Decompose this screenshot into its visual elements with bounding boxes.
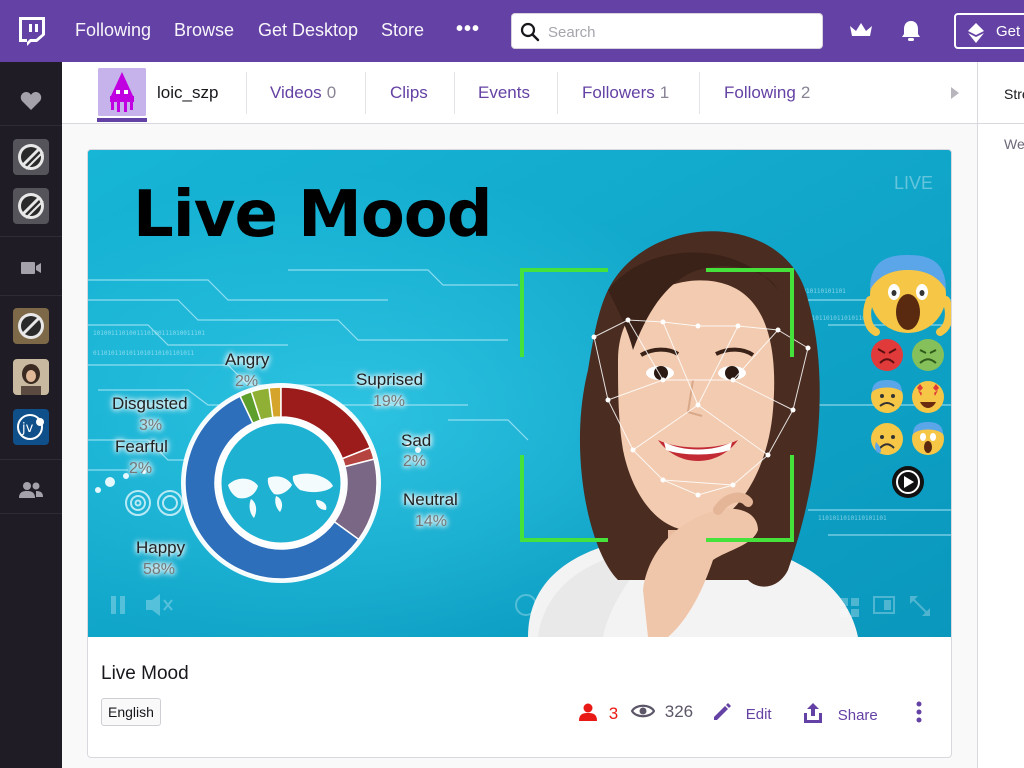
nav-store-link[interactable]: Store (381, 20, 424, 41)
crown-icon[interactable] (848, 20, 874, 45)
tab-following[interactable]: Following 2 (724, 83, 810, 103)
twitch-logo-icon[interactable] (16, 15, 48, 47)
share-label: Share (837, 707, 878, 724)
sidebar-channel-3[interactable] (0, 306, 62, 346)
language-tag[interactable]: English (101, 698, 161, 726)
svg-text:0110101101011010110101101011: 0110101101011010110101101011 (93, 350, 195, 357)
get-bits-button[interactable]: Get (954, 13, 1024, 49)
emotion-label-suprised: Suprised (356, 370, 424, 389)
more-options-icon[interactable] (916, 701, 922, 728)
avatar: jv (13, 409, 49, 445)
bits-icon (968, 23, 984, 43)
sidebar-channel-1[interactable] (0, 137, 62, 177)
friends-icon[interactable] (0, 480, 62, 500)
emotion-pct-happy: 58% (143, 561, 176, 578)
share-icon (804, 703, 822, 723)
svg-text:1101011010110101101: 1101011010110101101 (818, 515, 887, 522)
channel-avatar[interactable] (98, 68, 146, 116)
nav-following-link[interactable]: Following (75, 20, 151, 41)
emotion-label-fearful: Fearful (115, 437, 168, 456)
top-nav: Following Browse Get Desktop Store ••• G… (0, 0, 1024, 62)
tab-clips[interactable]: Clips (390, 83, 428, 103)
viewer-count: 3 (578, 702, 618, 724)
more-icon[interactable]: ••• (456, 18, 480, 41)
stream-title: Live Mood (101, 663, 189, 684)
search-icon (520, 22, 540, 42)
edit-button[interactable]: Edit (712, 702, 772, 724)
emotion-pct-disgusted: 3% (139, 417, 163, 434)
viewer-count-value: 3 (608, 704, 619, 723)
emotion-label-disgusted: Disgusted (112, 394, 188, 413)
tab-videos-count: 0 (326, 83, 337, 102)
nav-browse-link[interactable]: Browse (174, 20, 234, 41)
svg-text:jv: jv (21, 421, 34, 436)
tab-events[interactable]: Events (478, 83, 530, 103)
svg-text:0101101011010110: 0101101011010110 (808, 315, 866, 322)
edit-label: Edit (745, 706, 772, 723)
emotion-label-angry: Angry (225, 350, 270, 369)
tab-videos[interactable]: Videos 0 (270, 83, 336, 103)
video-player[interactable]: 1010011101001110100111010011101 01101011… (88, 150, 951, 637)
search-box (511, 13, 823, 49)
bell-icon[interactable] (900, 19, 922, 48)
channel-tab-bar: loic_szp Videos 0 Clips Events Followers 1… (62, 62, 977, 124)
view-count: 326 (630, 702, 694, 722)
nav-get-desktop-link[interactable]: Get Desktop (258, 20, 358, 41)
emotion-pct-neutral: 14% (415, 513, 448, 530)
right-panel-text: We (1004, 136, 1024, 152)
tab-scroll-right-icon[interactable] (950, 86, 960, 105)
viewer-person-icon (579, 703, 597, 721)
sidebar-channel-5[interactable]: jv (0, 407, 62, 447)
right-panel-tab[interactable]: Stre (1004, 86, 1024, 102)
left-sidebar: jv (0, 62, 62, 768)
followed-heart-icon[interactable] (0, 86, 62, 116)
right-panel: Stre We (977, 62, 1024, 768)
active-tab-indicator (97, 118, 147, 122)
avatar (13, 359, 49, 395)
emotion-label-happy: Happy (136, 538, 186, 557)
sidebar-channel-4[interactable] (0, 357, 62, 397)
emotion-pct-fearful: 2% (129, 460, 153, 477)
overlay-title: Live Mood (133, 178, 493, 252)
emotion-label-neutral: Neutral (403, 490, 458, 509)
tab-followers[interactable]: Followers 1 (582, 83, 669, 103)
emotion-label-sad: Sad (401, 431, 432, 450)
tab-followers-count: 1 (659, 83, 670, 102)
emotion-pct-sad: 2% (403, 453, 427, 470)
sidebar-channel-2[interactable] (0, 186, 62, 226)
channel-name[interactable]: loic_szp (157, 83, 218, 103)
emotion-pct-angry: 2% (235, 373, 259, 390)
video-camera-icon[interactable] (0, 258, 62, 278)
avatar (13, 308, 49, 344)
live-badge: LIVE (893, 173, 933, 193)
search-input[interactable] (548, 20, 818, 44)
view-count-value: 326 (664, 702, 694, 721)
get-button-label: Get (996, 23, 1021, 40)
avatar (13, 188, 49, 224)
avatar (13, 139, 49, 175)
eye-icon (630, 704, 656, 718)
share-button[interactable]: Share (802, 702, 878, 725)
svg-text:101001110100111010011101001110: 1010011101001110100111010011101 (93, 330, 205, 337)
video-card: 1010011101001110100111010011101 01101011… (87, 149, 952, 758)
pencil-icon (714, 703, 731, 720)
emotion-pct-suprised: 19% (373, 393, 406, 410)
tab-following-count: 2 (800, 83, 811, 102)
